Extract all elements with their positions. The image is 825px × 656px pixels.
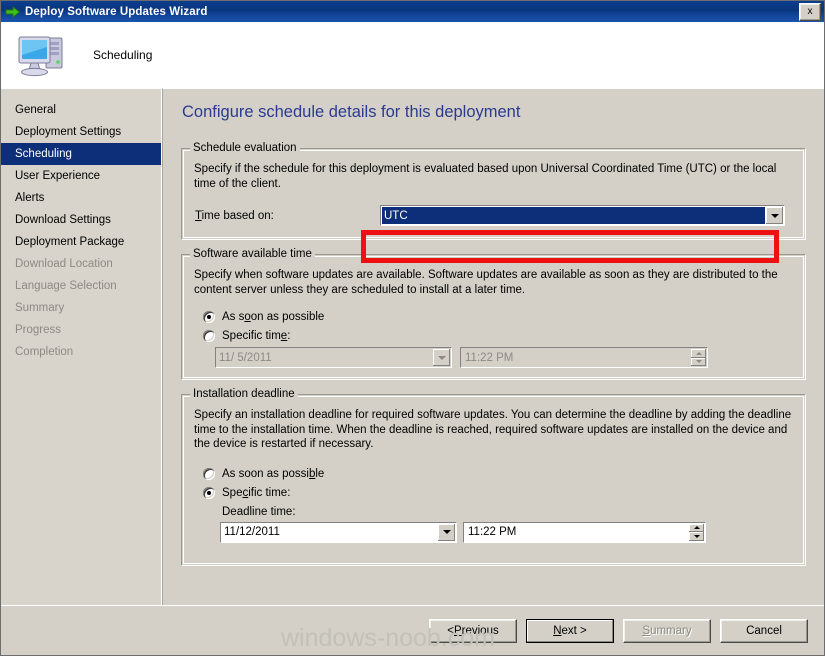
green-arrow-icon xyxy=(5,4,21,20)
software-available-time-value: 11:22 PM xyxy=(465,351,514,364)
chevron-down-icon[interactable] xyxy=(766,207,783,224)
sidebar-item-alerts[interactable]: Alerts xyxy=(1,187,161,209)
software-available-time-title: Software available time xyxy=(190,248,315,260)
deadline-time-spinner[interactable]: 11:22 PM xyxy=(463,521,706,543)
sidebar-item-download-location: Download Location xyxy=(15,258,113,270)
next-button[interactable]: Next > xyxy=(526,618,614,643)
spinner-up-icon xyxy=(691,349,706,358)
software-available-date-picker: 11/ 5/2011 xyxy=(215,347,452,368)
software-available-specific-radio[interactable]: Specific time: xyxy=(203,330,290,342)
spinner-up-icon[interactable] xyxy=(689,523,704,532)
installation-deadline-asap-radio[interactable]: As soon as possible xyxy=(203,467,325,480)
cancel-button[interactable]: Cancel xyxy=(720,618,808,643)
deadline-time-value: 11:22 PM xyxy=(468,526,517,538)
sidebar-item-summary: Summary xyxy=(15,302,65,314)
sidebar-item-language-selection: Language Selection xyxy=(15,280,117,292)
deadline-date-picker[interactable]: 11/12/2011 xyxy=(220,521,457,543)
chevron-down-icon[interactable] xyxy=(438,523,455,541)
radio-indicator xyxy=(203,486,215,499)
wizard-banner: Scheduling xyxy=(1,22,824,88)
software-available-asap-radio[interactable]: As soon as possible xyxy=(203,311,324,323)
installation-deadline-specific-radio[interactable]: Specific time: xyxy=(203,486,291,499)
deadline-date-value: 11/12/2011 xyxy=(224,526,280,538)
installation-deadline-description: Specify an installation deadline for req… xyxy=(194,409,792,450)
spinner-buttons xyxy=(691,349,706,366)
spinner-buttons[interactable] xyxy=(689,523,704,541)
radio-indicator xyxy=(203,330,215,342)
wizard-body: General Deployment Settings Scheduling U… xyxy=(1,88,824,605)
time-based-on-label: Time based on: xyxy=(195,209,274,222)
installation-deadline-specific-label: Specific time: xyxy=(222,486,291,499)
software-available-date-value: 11/ 5/2011 xyxy=(219,351,272,364)
wizard-window: Deploy Software Updates Wizard x Schedul… xyxy=(0,0,825,656)
software-available-time-description: Specify when software updates are availa… xyxy=(194,269,778,296)
time-based-on-combobox[interactable]: UTC xyxy=(380,205,785,226)
computer-icon xyxy=(15,29,71,81)
installation-deadline-group: Installation deadline Specify an install… xyxy=(181,388,806,566)
radio-indicator xyxy=(203,467,215,480)
sidebar-item-deployment-package[interactable]: Deployment Package xyxy=(1,231,161,253)
sidebar-item-general[interactable]: General xyxy=(1,99,161,121)
installation-deadline-title: Installation deadline xyxy=(190,388,298,400)
radio-indicator xyxy=(203,311,215,323)
sidebar-item-deployment-settings[interactable]: Deployment Settings xyxy=(1,121,161,143)
previous-button[interactable]: < Previous xyxy=(429,618,517,643)
close-icon[interactable]: x xyxy=(799,2,821,21)
summary-button: Summary xyxy=(623,618,711,643)
sidebar-item-download-settings[interactable]: Download Settings xyxy=(1,209,161,231)
banner-title: Scheduling xyxy=(93,47,153,62)
title-bar: Deploy Software Updates Wizard x xyxy=(1,1,824,22)
software-available-specific-label: Specific time: xyxy=(222,330,291,342)
installation-deadline-asap-label: As soon as possible xyxy=(222,467,325,480)
wizard-footer: windows-noob.com < Previous Next > Summa… xyxy=(1,605,824,655)
page-title: Configure schedule details for this depl… xyxy=(182,103,521,121)
sidebar-item-scheduling[interactable]: Scheduling xyxy=(1,143,161,165)
software-available-time-group: Software available time Specify when sof… xyxy=(181,248,806,380)
time-based-on-value: UTC xyxy=(382,207,765,224)
schedule-evaluation-description: Specify if the schedule for this deploym… xyxy=(194,163,777,190)
spinner-down-icon xyxy=(691,357,706,366)
wizard-page-content: Configure schedule details for this depl… xyxy=(162,88,824,605)
software-available-time-spinner: 11:22 PM xyxy=(460,347,708,368)
sidebar-item-user-experience[interactable]: User Experience xyxy=(1,165,161,187)
chevron-down-icon xyxy=(433,349,450,366)
sidebar-item-completion: Completion xyxy=(15,346,74,358)
window-title: Deploy Software Updates Wizard xyxy=(25,5,208,18)
spinner-down-icon[interactable] xyxy=(689,532,704,541)
schedule-evaluation-title: Schedule evaluation xyxy=(190,142,300,154)
schedule-evaluation-group: Schedule evaluation Specify if the sched… xyxy=(181,142,806,240)
software-available-asap-label: As soon as possible xyxy=(222,311,325,323)
deadline-time-label: Deadline time: xyxy=(222,505,296,518)
sidebar-item-progress: Progress xyxy=(15,324,62,336)
wizard-step-list: General Deployment Settings Scheduling U… xyxy=(1,88,162,605)
